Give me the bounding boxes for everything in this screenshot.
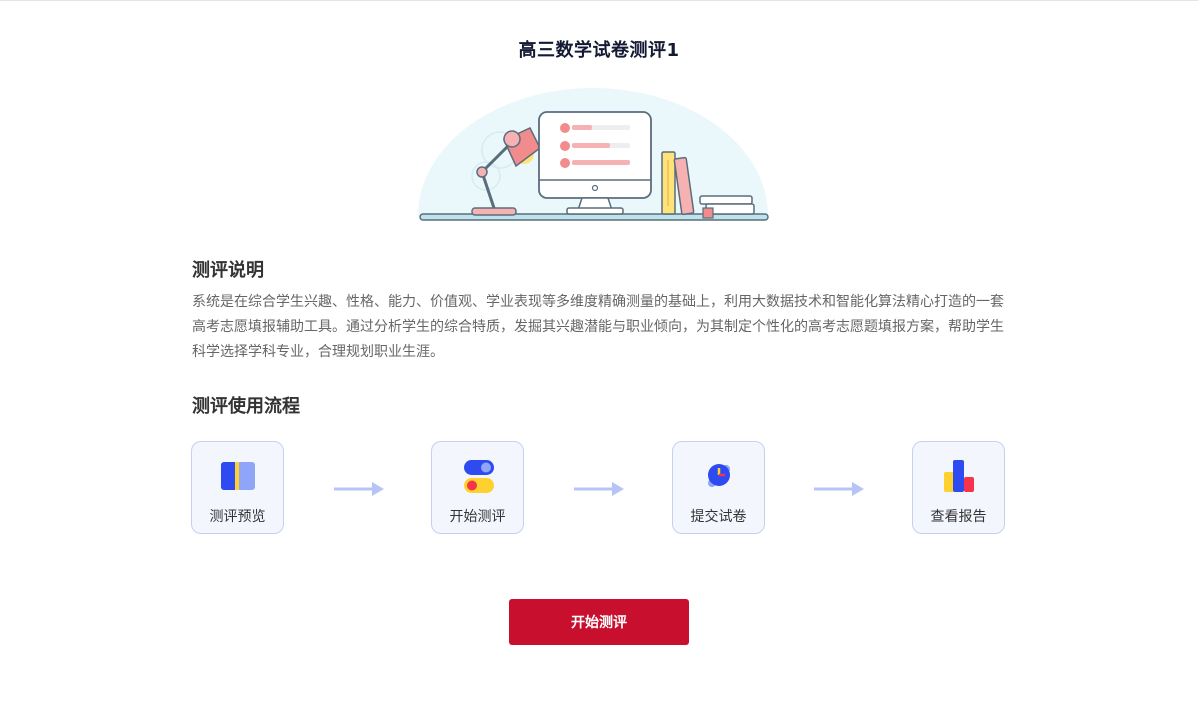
step-preview[interactable]: 测评预览: [191, 441, 284, 534]
intro-heading: 测评说明: [192, 260, 264, 281]
arrow-right-icon: [334, 482, 384, 496]
step-submit[interactable]: 提交试卷: [672, 441, 765, 534]
book-icon: [221, 462, 255, 490]
process-heading: 测评使用流程: [192, 396, 300, 417]
step-start[interactable]: 开始测评: [431, 441, 524, 534]
intro-text: 系统是在综合学生兴趣、性格、能力、价值观、学业表现等多维度精确测量的基础上，利用…: [192, 294, 1004, 360]
step-label: 提交试卷: [690, 509, 747, 525]
start-test-button[interactable]: 开始测评: [509, 599, 689, 645]
step-label: 测评预览: [209, 509, 266, 525]
clock-icon: [707, 464, 731, 488]
arrow-right-icon: [574, 482, 624, 496]
bar-chart-icon: [944, 460, 974, 492]
step-label: 开始测评: [449, 509, 506, 525]
step-label: 查看报告: [930, 509, 987, 525]
arrow-right-icon: [814, 482, 864, 496]
exam-illustration: [418, 88, 769, 221]
toggle-icon: [464, 460, 494, 493]
page-title: 高三数学试卷测评1: [518, 40, 680, 61]
top-divider: [0, 0, 1198, 1]
step-report[interactable]: 查看报告: [912, 441, 1005, 534]
